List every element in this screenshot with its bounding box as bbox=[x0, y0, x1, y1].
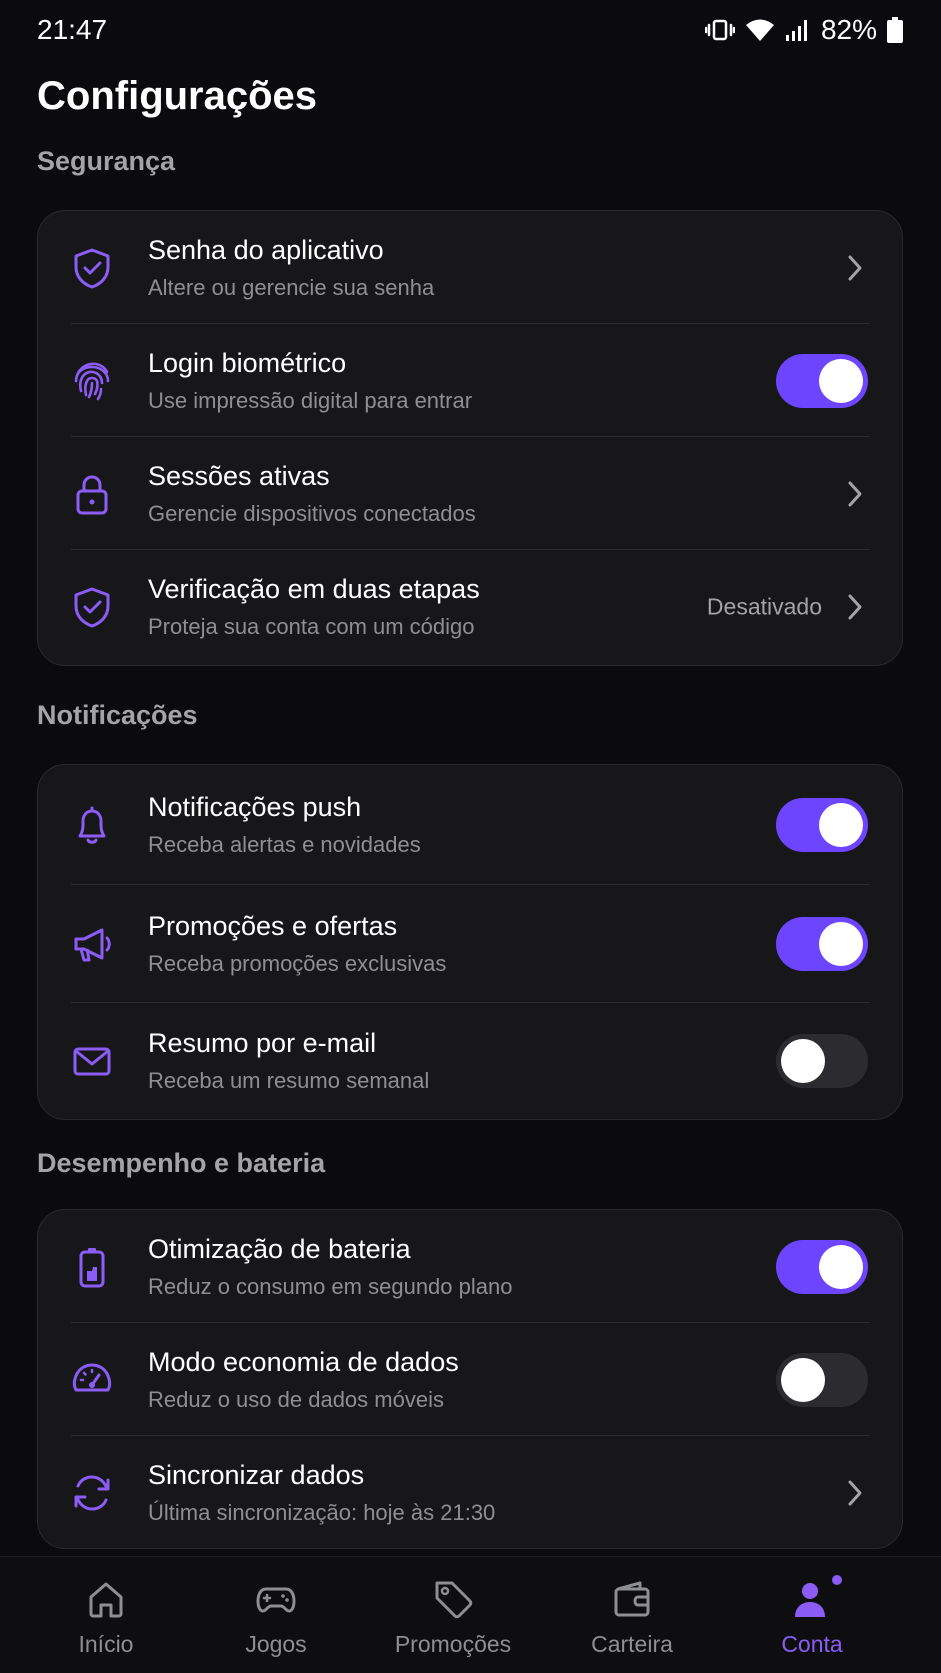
row-label: Sincronizar dados bbox=[148, 1459, 365, 1490]
chevron-right-icon bbox=[848, 1480, 862, 1505]
chevron-right-icon bbox=[848, 594, 862, 619]
row-subtitle: Última sincronização: hoje às 21:30 bbox=[148, 1499, 496, 1525]
sync-icon bbox=[74, 1474, 110, 1511]
gamepad-icon bbox=[256, 1587, 296, 1613]
promotions-toggle[interactable] bbox=[776, 917, 868, 971]
fingerprint-icon bbox=[74, 362, 110, 400]
bottom-nav: Início Jogos Promoções Carteira Conta bbox=[0, 1556, 941, 1673]
row-app-password[interactable]: Senha do aplicativo Altere ou gerencie s… bbox=[38, 211, 902, 324]
push-notifications-toggle[interactable] bbox=[776, 798, 868, 852]
nav-label: Carteira bbox=[591, 1631, 673, 1657]
megaphone-icon bbox=[74, 928, 111, 962]
row-subtitle: Reduz o uso de dados móveis bbox=[148, 1386, 444, 1412]
home-icon bbox=[89, 1582, 123, 1618]
nav-label: Promoções bbox=[394, 1631, 512, 1657]
row-label: Promoções e ofertas bbox=[148, 911, 398, 941]
row-label: Modo economia de dados bbox=[148, 1346, 459, 1377]
row-promotions-offers[interactable]: Promoções e ofertas Receba promoções exc… bbox=[38, 885, 902, 1003]
row-data-saver[interactable]: Modo economia de dados Reduz o uso de da… bbox=[38, 1323, 902, 1436]
chevron-right-icon bbox=[848, 255, 862, 280]
row-label: Otimização de bateria bbox=[148, 1233, 411, 1264]
speedometer-icon bbox=[72, 1363, 112, 1391]
section-title-security: Segurança bbox=[37, 146, 176, 176]
nav-item-home[interactable]: Início bbox=[12, 1557, 200, 1673]
battery-icon bbox=[887, 17, 903, 43]
nav-item-games[interactable]: Jogos bbox=[182, 1557, 370, 1673]
row-email-summary[interactable]: Resumo por e-mail Receba um resumo seman… bbox=[38, 1003, 902, 1119]
row-two-step-verification[interactable]: Verificação em duas etapas Proteja sua c… bbox=[38, 550, 902, 663]
row-label: Notificações push bbox=[148, 792, 362, 822]
bell-icon bbox=[78, 806, 106, 844]
row-battery-optimization[interactable]: Otimização de bateria Reduz o consumo em… bbox=[38, 1210, 902, 1323]
page-title: Configurações bbox=[37, 74, 318, 118]
wallet-icon bbox=[614, 1581, 650, 1617]
toggle-knob bbox=[819, 803, 863, 847]
battery-charging-icon bbox=[79, 1247, 105, 1287]
row-subtitle: Altere ou gerencie sua senha bbox=[148, 274, 435, 300]
row-label: Resumo por e-mail bbox=[148, 1028, 377, 1058]
status-bar: 21:47 82% bbox=[0, 0, 941, 64]
row-subtitle: Receba alertas e novidades bbox=[148, 832, 421, 857]
card-security: Senha do aplicativo Altere ou gerencie s… bbox=[37, 210, 903, 666]
chevron-right-icon bbox=[848, 481, 862, 506]
status-icons: 82% bbox=[704, 14, 903, 46]
battery-optimization-toggle[interactable] bbox=[776, 1239, 868, 1294]
status-value: Desativado bbox=[706, 593, 822, 619]
toggle-knob bbox=[781, 1357, 825, 1402]
row-push-notifications[interactable]: Notificações push Receba alertas e novid… bbox=[38, 765, 902, 885]
row-subtitle: Use impressão digital para entrar bbox=[148, 387, 473, 413]
row-sync-data[interactable]: Sincronizar dados Última sincronização: … bbox=[38, 1436, 902, 1548]
row-subtitle: Receba promoções exclusivas bbox=[148, 951, 447, 976]
email-summary-toggle[interactable] bbox=[776, 1034, 868, 1088]
nav-label: Jogos bbox=[245, 1631, 307, 1657]
row-subtitle: Reduz o consumo em segundo plano bbox=[148, 1273, 513, 1299]
mail-icon bbox=[73, 1047, 111, 1076]
row-biometric-login[interactable]: Login biométrico Use impressão digital p… bbox=[38, 324, 902, 437]
shield-check-icon bbox=[74, 248, 110, 288]
row-label: Verificação em duas etapas bbox=[148, 573, 480, 604]
card-performance: Otimização de bateria Reduz o consumo em… bbox=[37, 1209, 903, 1549]
row-subtitle: Receba um resumo semanal bbox=[148, 1068, 430, 1093]
status-time: 21:47 bbox=[37, 14, 108, 45]
toggle-knob bbox=[819, 358, 863, 403]
row-label: Login biométrico bbox=[148, 347, 347, 378]
battery-percent: 82% bbox=[820, 14, 877, 45]
nav-item-account[interactable]: Conta bbox=[718, 1557, 906, 1673]
row-subtitle: Proteja sua conta com um código bbox=[148, 613, 475, 639]
toggle-knob bbox=[819, 922, 863, 966]
data-saver-toggle[interactable] bbox=[776, 1352, 868, 1407]
section-title-performance: Desempenho e bateria bbox=[37, 1148, 326, 1178]
row-active-sessions[interactable]: Sessões ativas Gerencie dispositivos con… bbox=[38, 437, 902, 550]
toggle-knob bbox=[781, 1039, 825, 1083]
nav-label: Conta bbox=[781, 1631, 843, 1657]
row-label: Senha do aplicativo bbox=[148, 234, 384, 265]
user-icon bbox=[795, 1583, 825, 1617]
toggle-knob bbox=[819, 1244, 863, 1289]
card-notifications: Notificações push Receba alertas e novid… bbox=[37, 764, 903, 1120]
row-subtitle: Gerencie dispositivos conectados bbox=[148, 500, 476, 526]
row-label: Sessões ativas bbox=[148, 460, 330, 491]
wifi-icon bbox=[745, 18, 775, 42]
nav-item-promotions[interactable]: Promoções bbox=[359, 1557, 547, 1673]
biometric-toggle[interactable] bbox=[776, 353, 868, 408]
notification-dot bbox=[832, 1575, 842, 1585]
tag-icon bbox=[435, 1581, 473, 1619]
vibrate-icon bbox=[704, 17, 735, 43]
nav-item-wallet[interactable]: Carteira bbox=[538, 1557, 726, 1673]
nav-label: Início bbox=[78, 1631, 134, 1657]
lock-icon bbox=[76, 474, 108, 514]
section-title-notifications: Notificações bbox=[37, 700, 198, 730]
shield-check-icon bbox=[74, 587, 110, 627]
signal-icon bbox=[785, 18, 811, 42]
